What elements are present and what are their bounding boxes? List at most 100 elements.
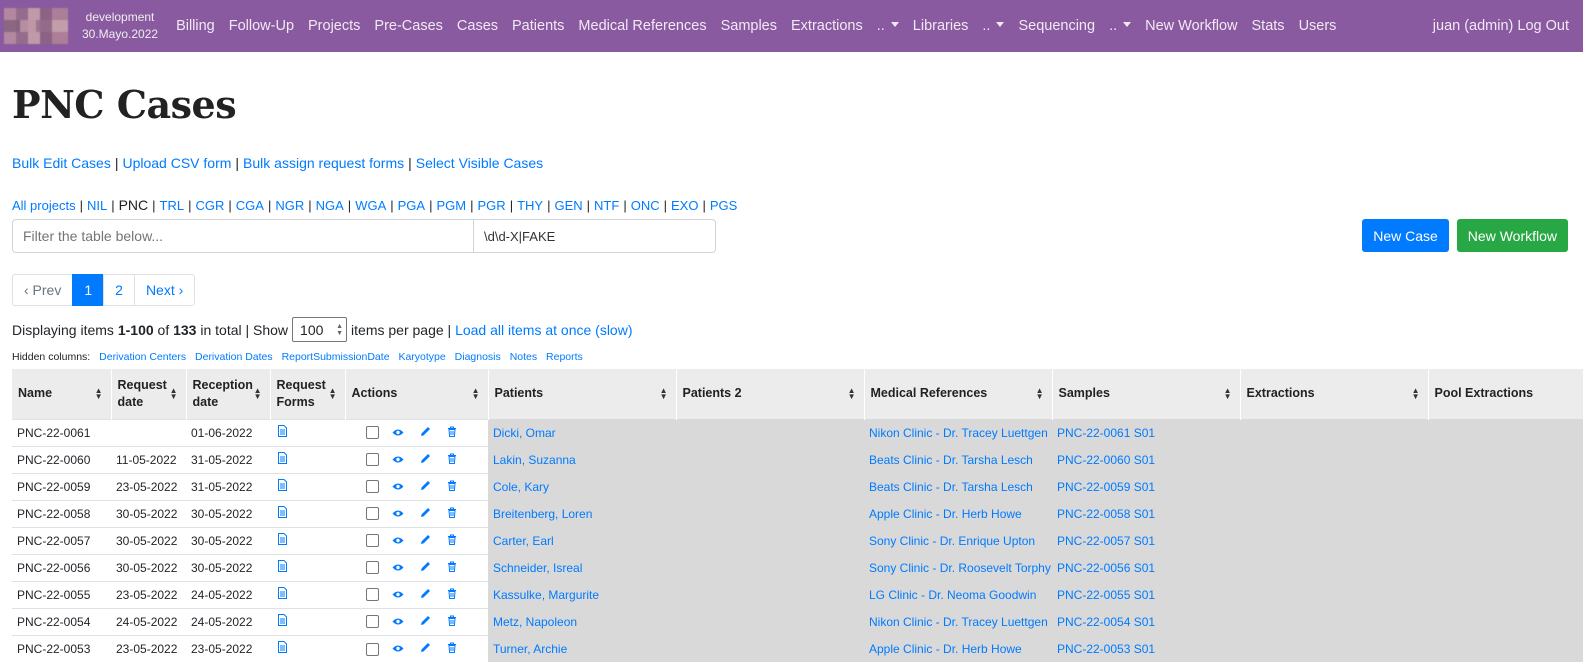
sort-icon[interactable]: ▲ ▼ bbox=[170, 386, 178, 400]
edit-pencil-icon[interactable] bbox=[420, 588, 434, 602]
document-icon[interactable] bbox=[277, 506, 288, 521]
nav-new-workflow[interactable]: New Workflow bbox=[1145, 18, 1237, 34]
nav-extractions[interactable]: Extractions bbox=[791, 18, 863, 34]
eye-icon[interactable] bbox=[392, 642, 406, 656]
project-nga[interactable]: NGA bbox=[316, 198, 344, 213]
nav-users[interactable]: Users bbox=[1299, 18, 1337, 34]
project-thy[interactable]: THY bbox=[517, 198, 543, 213]
sort-icon[interactable]: ▲ ▼ bbox=[848, 386, 856, 400]
project-pga[interactable]: PGA bbox=[398, 198, 425, 213]
project-nil[interactable]: NIL bbox=[87, 198, 107, 213]
page-2-button[interactable]: 2 bbox=[103, 274, 135, 306]
medical-reference-link[interactable]: Beats Clinic - Dr. Tarsha Lesch bbox=[869, 480, 1033, 494]
logo[interactable] bbox=[4, 8, 68, 44]
eye-icon[interactable] bbox=[392, 480, 406, 494]
select-checkbox[interactable] bbox=[366, 507, 379, 521]
document-icon[interactable] bbox=[277, 479, 288, 494]
sample-link[interactable]: PNC-22-0060 S01 bbox=[1057, 453, 1155, 467]
project-trl[interactable]: TRL bbox=[160, 198, 185, 213]
trash-icon[interactable] bbox=[447, 453, 461, 467]
medical-reference-link[interactable]: Nikon Clinic - Dr. Tracey Luettgen bbox=[869, 426, 1048, 440]
project-pgs[interactable]: PGS bbox=[710, 198, 737, 213]
sort-icon[interactable]: ▲ ▼ bbox=[329, 386, 337, 400]
select-checkbox[interactable] bbox=[366, 426, 379, 440]
hidden-col-reports[interactable]: Reports bbox=[546, 351, 583, 363]
edit-pencil-icon[interactable] bbox=[420, 561, 434, 575]
table-filter-input[interactable] bbox=[12, 219, 474, 253]
patient-link[interactable]: Cole, Kary bbox=[493, 480, 549, 494]
sort-icon[interactable]: ▲ ▼ bbox=[95, 386, 103, 400]
eye-icon[interactable] bbox=[392, 534, 406, 548]
patient-link[interactable]: Dicki, Omar bbox=[493, 426, 556, 440]
nav-projects[interactable]: Projects bbox=[308, 18, 360, 34]
project-ntf[interactable]: NTF bbox=[594, 198, 619, 213]
nav-cases[interactable]: Cases bbox=[457, 18, 498, 34]
nav-samples[interactable]: Samples bbox=[721, 18, 777, 34]
patient-link[interactable]: Carter, Earl bbox=[493, 534, 554, 548]
page-1-button[interactable]: 1 bbox=[72, 274, 105, 306]
trash-icon[interactable] bbox=[447, 534, 461, 548]
patient-link[interactable]: Lakin, Suzanna bbox=[493, 453, 576, 467]
hidden-col-derivation-centers[interactable]: Derivation Centers bbox=[99, 351, 186, 363]
edit-pencil-icon[interactable] bbox=[420, 507, 434, 521]
sample-link[interactable]: PNC-22-0057 S01 bbox=[1057, 534, 1155, 548]
trash-icon[interactable] bbox=[447, 480, 461, 494]
select-checkbox[interactable] bbox=[366, 588, 379, 602]
document-icon[interactable] bbox=[277, 425, 288, 440]
edit-pencil-icon[interactable] bbox=[420, 480, 434, 494]
eye-icon[interactable] bbox=[392, 507, 406, 521]
nav-medical-references[interactable]: Medical References bbox=[578, 18, 706, 34]
sort-icon[interactable]: ▲ ▼ bbox=[1224, 386, 1232, 400]
project-wga[interactable]: WGA bbox=[355, 198, 386, 213]
eye-icon[interactable] bbox=[392, 453, 406, 467]
trash-icon[interactable] bbox=[447, 426, 461, 440]
nav-stats[interactable]: Stats bbox=[1252, 18, 1285, 34]
project-all[interactable]: All projects bbox=[12, 198, 76, 213]
edit-pencil-icon[interactable] bbox=[420, 642, 434, 656]
sort-icon[interactable]: ▲ ▼ bbox=[660, 386, 668, 400]
medical-reference-link[interactable]: Apple Clinic - Dr. Herb Howe bbox=[869, 507, 1022, 521]
select-visible-cases-link[interactable]: Select Visible Cases bbox=[416, 155, 543, 171]
col-header-patients-2[interactable]: Patients 2 ▲ ▼ bbox=[676, 369, 865, 419]
sort-icon[interactable]: ▲ ▼ bbox=[472, 386, 480, 400]
select-checkbox[interactable] bbox=[366, 453, 379, 467]
trash-icon[interactable] bbox=[447, 642, 461, 656]
eye-icon[interactable] bbox=[392, 588, 406, 602]
sample-link[interactable]: PNC-22-0053 S01 bbox=[1057, 642, 1155, 656]
col-header-reception-date[interactable]: Reception date ▲ ▼ bbox=[186, 369, 271, 419]
regex-filter-input[interactable] bbox=[474, 219, 716, 253]
sample-link[interactable]: PNC-22-0061 S01 bbox=[1057, 426, 1155, 440]
user-logout-link[interactable]: juan (admin) Log Out bbox=[1433, 18, 1569, 34]
edit-pencil-icon[interactable] bbox=[420, 534, 434, 548]
document-icon[interactable] bbox=[277, 560, 288, 575]
project-pgr[interactable]: PGR bbox=[478, 198, 506, 213]
project-gen[interactable]: GEN bbox=[554, 198, 582, 213]
eye-icon[interactable] bbox=[392, 615, 406, 629]
patient-link[interactable]: Metz, Napoleon bbox=[493, 615, 577, 629]
select-checkbox[interactable] bbox=[366, 561, 379, 575]
nav-extractions-dropdown[interactable]: .. bbox=[877, 18, 899, 34]
select-checkbox[interactable] bbox=[366, 642, 379, 656]
load-all-link[interactable]: Load all items at once (slow) bbox=[455, 322, 632, 338]
patient-link[interactable]: Schneider, Isreal bbox=[493, 561, 582, 575]
sort-icon[interactable]: ▲ ▼ bbox=[254, 386, 262, 400]
edit-pencil-icon[interactable] bbox=[420, 453, 434, 467]
sample-link[interactable]: PNC-22-0058 S01 bbox=[1057, 507, 1155, 521]
medical-reference-link[interactable]: Sony Clinic - Dr. Roosevelt Torphy bbox=[869, 561, 1051, 575]
trash-icon[interactable] bbox=[447, 615, 461, 629]
edit-pencil-icon[interactable] bbox=[420, 615, 434, 629]
edit-pencil-icon[interactable] bbox=[420, 426, 434, 440]
col-header-medical-references[interactable]: Medical References ▲ ▼ bbox=[864, 369, 1053, 419]
hidden-col-karyotype[interactable]: Karyotype bbox=[398, 351, 445, 363]
col-header-extractions[interactable]: Extractions ▲ ▼ bbox=[1240, 369, 1429, 419]
patient-link[interactable]: Kassulke, Margurite bbox=[493, 588, 599, 602]
nav-follow-up[interactable]: Follow-Up bbox=[229, 18, 294, 34]
nav-patients[interactable]: Patients bbox=[512, 18, 564, 34]
project-cgr[interactable]: CGR bbox=[196, 198, 225, 213]
document-icon[interactable] bbox=[277, 614, 288, 629]
patient-link[interactable]: Turner, Archie bbox=[493, 642, 567, 656]
project-cga[interactable]: CGA bbox=[236, 198, 264, 213]
nav-libraries[interactable]: Libraries bbox=[913, 18, 969, 34]
spinner-icon[interactable]: ▲ ▼ bbox=[336, 323, 343, 337]
col-header-samples[interactable]: Samples ▲ ▼ bbox=[1052, 369, 1241, 419]
